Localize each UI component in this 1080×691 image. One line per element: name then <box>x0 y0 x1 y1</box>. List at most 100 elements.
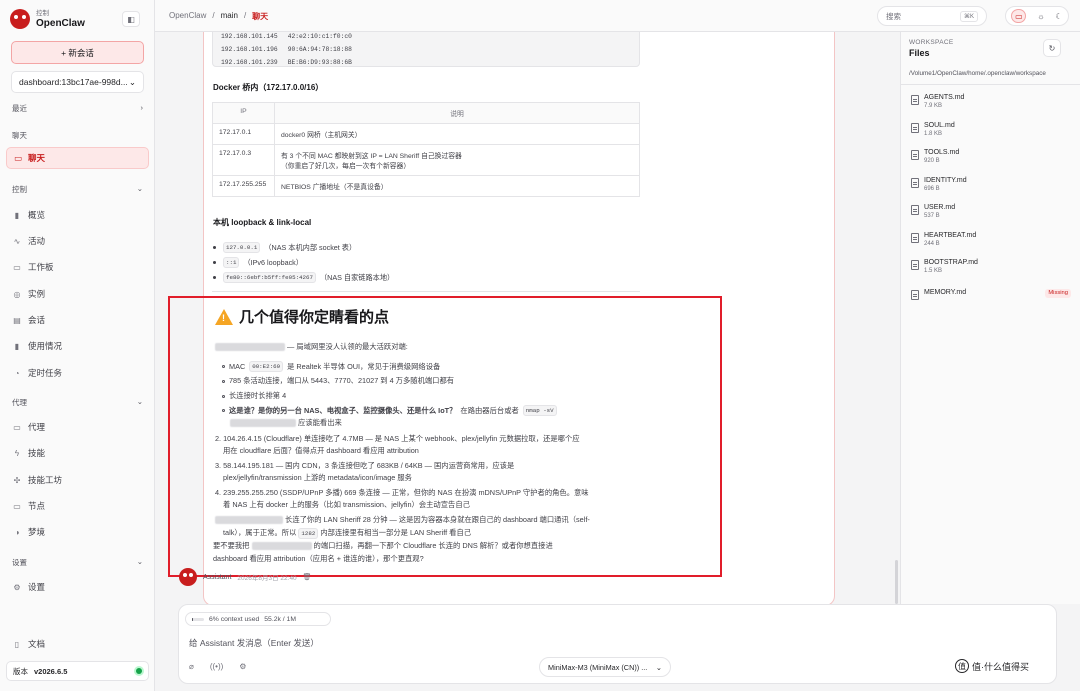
session-select[interactable]: dashboard:13bc17ae-998d... ⌄ <box>11 71 144 93</box>
clock-icon: ◔ <box>14 368 20 378</box>
paragraph-text: — 局域网里没人认领的最大活跃对端: <box>287 342 408 351</box>
brand-subtitle: 控制 <box>36 9 49 17</box>
sidebar-item-label: 概览 <box>28 210 46 220</box>
file-item[interactable]: BOOTSTRAP.md 1.5 KB <box>911 259 1071 276</box>
file-size: 920 B <box>924 158 940 164</box>
bar-chart-icon: ▮ <box>14 210 20 220</box>
breadcrumb-current: 聊天 <box>252 12 269 21</box>
file-item[interactable]: IDENTITY.md 696 B <box>911 177 1071 194</box>
sidebar-item-nodes[interactable]: ▭ 节点 <box>12 500 45 512</box>
paragraph: 要不要我把 的端口扫描，再翻一下那个 Cloudflare 长连的 DNS 解析… <box>213 540 553 552</box>
theme-switcher: ▭ ☼ ☾ <box>1005 6 1069 26</box>
table-cell-desc: NETBIOS 广播地址（不是真设备） <box>274 175 640 197</box>
file-item[interactable]: AGENTS.md 7.9 KB <box>911 94 1071 111</box>
inline-code: ::1 <box>223 257 240 268</box>
breadcrumb: OpenClaw / main / 聊天 <box>169 11 268 22</box>
sidebar-item-dreams[interactable]: ◑ 梦境 <box>12 526 45 538</box>
delete-icon[interactable]: 🗑 <box>303 573 312 581</box>
file-item[interactable]: TOOLS.md 920 B <box>911 149 1071 166</box>
chat-scrollbar[interactable] <box>895 560 898 604</box>
file-item[interactable]: USER.md 537 B <box>911 204 1071 221</box>
list-item-text: （NAS 本机内部 socket 表） <box>264 242 357 252</box>
file-item[interactable]: SOUL.md 1.8 KB <box>911 122 1071 139</box>
sidebar-item-skill-workshop[interactable]: ✣ 技能工坊 <box>12 474 62 486</box>
section-agent[interactable]: 代理 ⌄ <box>12 397 143 408</box>
voice-icon[interactable]: ((•)) <box>210 662 223 671</box>
list-item: 长连接时长排第 4 <box>222 391 286 401</box>
context-progress-bar <box>192 617 204 621</box>
section-control[interactable]: 控制 ⌄ <box>12 184 143 195</box>
sidebar-item-agent[interactable]: ▭ 代理 <box>12 421 45 433</box>
document-icon: ▤ <box>13 315 21 325</box>
file-item[interactable]: HEARTBEAT.md 244 B <box>911 232 1071 249</box>
table-cell-desc: docker0 网桥（主机网关） <box>274 123 640 145</box>
list-item-bold: 这是谁？是你的另一台 NAS、电视盒子、监控摄像头、还是什么 IoT？ <box>229 405 457 415</box>
sun-theme-icon[interactable]: ☼ <box>1037 12 1044 21</box>
paragraph: 4. 239.255.255.250 (SSDP/UPnP 多播) 669 条连… <box>215 488 589 497</box>
list-item-text: 长连接时长排第 4 <box>229 391 287 400</box>
list-item-text: （NAS 自家链路本地） <box>319 272 395 282</box>
search-input[interactable]: 搜索 ⌘K <box>877 6 987 26</box>
bullet-icon <box>222 409 225 412</box>
sidebar-item-cron[interactable]: ◔ 定时任务 <box>12 367 62 379</box>
bullet-icon <box>222 394 225 398</box>
sidebar-item-activity[interactable]: ∿ 活动 <box>12 235 45 247</box>
file-size: 537 B <box>924 213 940 219</box>
sidebar-item-label: 技能工坊 <box>28 475 63 485</box>
watermark-text: 值·什么值得买 <box>972 661 1029 672</box>
section-chat[interactable]: 聊天 <box>12 130 143 141</box>
zap-icon: ϟ <box>14 448 20 458</box>
gear-icon: ⚙ <box>13 582 21 592</box>
message-input[interactable]: 给 Assistant 发消息（Enter 发送） <box>189 637 319 649</box>
sidebar-item-overview[interactable]: ▮ 概览 <box>12 209 45 221</box>
collapse-sidebar-button[interactable]: ◧ <box>122 11 140 27</box>
file-icon <box>911 290 919 300</box>
new-chat-button[interactable]: + 新会话 <box>11 41 144 64</box>
code-mac: BE:B6:D9:93:88:6B <box>287 59 352 66</box>
table-cell-desc: 有 3 个不同 MAC 都映射到这 IP = LAN Sheriff 自己换过容… <box>274 144 640 176</box>
table-header-row: IP 说明 <box>212 102 640 124</box>
composer: 6% context used 55.2k / 1M 给 Assistant 发… <box>178 604 1057 684</box>
sidebar-item-chat[interactable]: ▭ 聊天 <box>6 147 149 169</box>
inline-code: 1282 <box>298 528 319 539</box>
breadcrumb-separator: / <box>212 11 215 20</box>
model-select[interactable]: MiniMax-M3 (MiniMax (CN)) ... ⌄ <box>539 657 671 677</box>
sidebar-item-settings[interactable]: ⚙ 设置 <box>12 581 45 593</box>
redacted-block <box>215 343 285 352</box>
gear-icon[interactable]: ⚙ <box>239 662 246 671</box>
breadcrumb-agent[interactable]: main <box>221 11 238 22</box>
openclaw-logo-icon <box>10 9 30 29</box>
workspace-panel: WORKSPACE Files ↻ /Volume1/OpenClaw/home… <box>900 32 1080 604</box>
monitor-theme-icon[interactable]: ▭ <box>1011 9 1027 23</box>
attach-icon[interactable]: ⌀ <box>189 662 194 671</box>
moon-theme-icon[interactable]: ☾ <box>1055 12 1062 21</box>
sidebar-item-instances[interactable]: ◎ 实例 <box>12 288 46 300</box>
session-select-value: dashboard:13bc17ae-998d... <box>19 77 128 87</box>
table-cell-text: 有 3 个不同 MAC 都映射到这 IP = LAN Sheriff 自己换过容… <box>281 153 462 160</box>
sidebar-item-usage[interactable]: ▮ 使用情况 <box>12 340 62 352</box>
divider <box>901 84 1080 85</box>
sidebar-item-label: 梦境 <box>28 527 46 537</box>
sidebar-item-workboard[interactable]: ▭ 工作板 <box>12 261 53 273</box>
inline-code: 127.0.0.1 <box>223 242 261 253</box>
file-icon <box>911 178 919 188</box>
chevron-down-icon: ⌄ <box>136 557 143 566</box>
section-recent[interactable]: 最近 › <box>12 103 143 114</box>
sidebar-item-label: 定时任务 <box>28 368 63 378</box>
file-item[interactable]: MEMORY.md Missing <box>911 289 1071 300</box>
section-settings[interactable]: 设置 ⌄ <box>12 557 143 568</box>
sidebar-item-sessions[interactable]: ▤ 会话 <box>12 314 45 326</box>
breadcrumb-root[interactable]: OpenClaw <box>169 11 206 22</box>
file-size: 696 B <box>924 186 940 192</box>
list-item-text: 是 Realtek 半导体 OUI，常见于消费级网络设备 <box>287 361 441 371</box>
assistant-avatar <box>179 568 197 586</box>
code-ip: 192.168.101.239 <box>221 59 278 66</box>
token-count: 55.2k / 1M <box>264 615 296 623</box>
table-row: 172.17.255.255 NETBIOS 广播地址（不是真设备） <box>212 175 640 197</box>
paragraph: 着 NAS 上有 docker 上的服务（比如 transmission、jel… <box>223 500 470 509</box>
sidebar-item-skills[interactable]: ϟ 技能 <box>12 447 45 459</box>
refresh-button[interactable]: ↻ <box>1043 39 1061 57</box>
sidebar: 控制 OpenClaw ◧ + 新会话 dashboard:13bc17ae-9… <box>0 0 155 691</box>
paragraph: dashboard 看应用 attribution（应用名 + 谁连的谁），那个… <box>213 554 424 563</box>
sidebar-item-docs[interactable]: ▯ 文档 <box>12 638 45 650</box>
